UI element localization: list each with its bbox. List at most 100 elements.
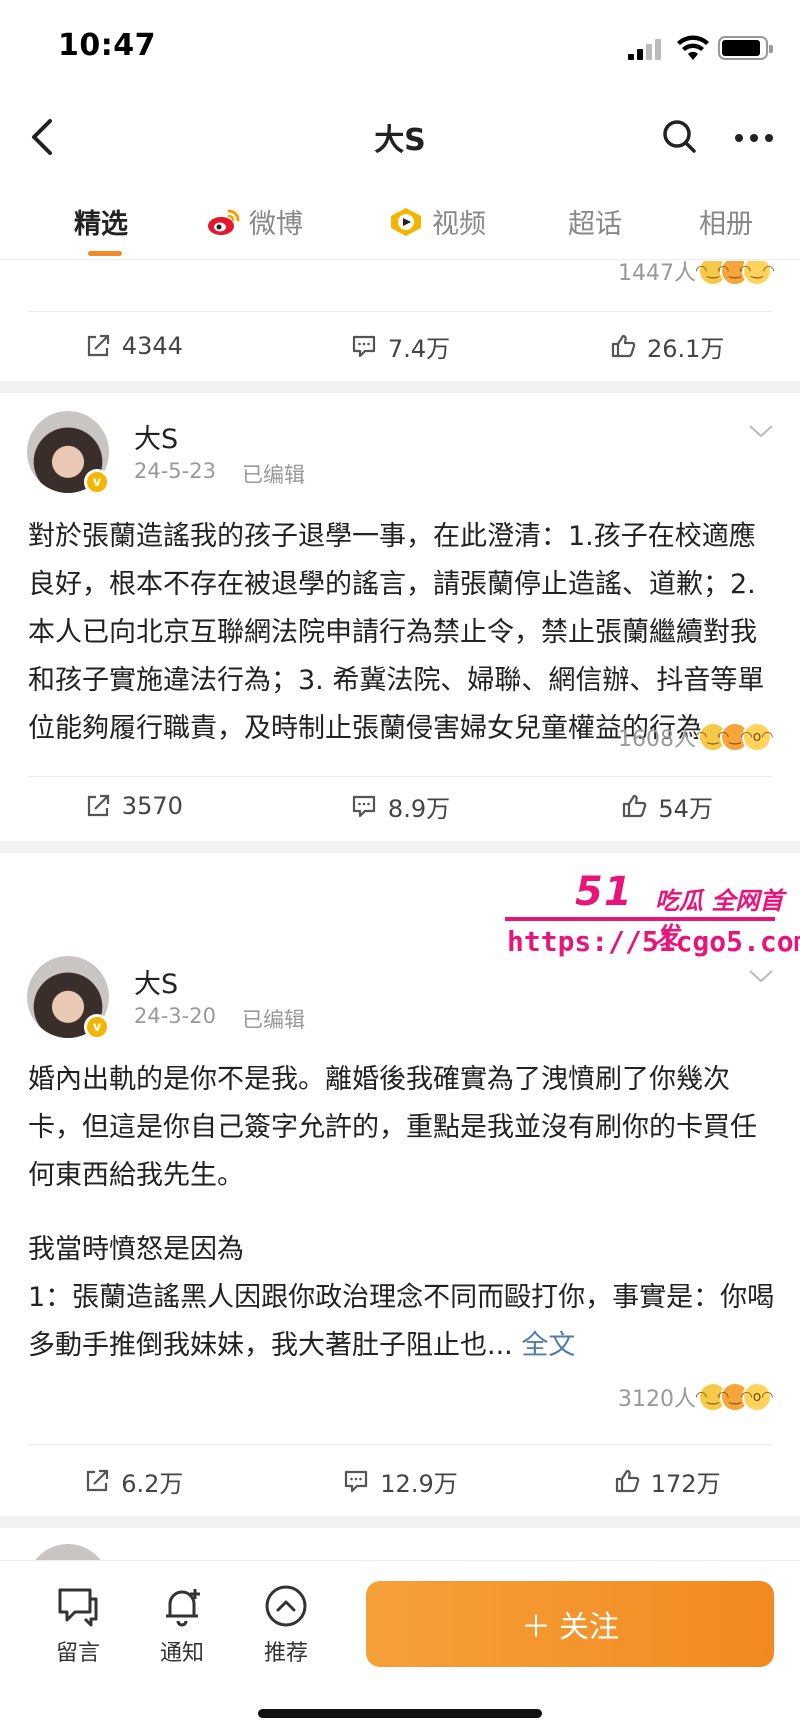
chevron-up-circle-icon <box>265 1585 307 1627</box>
like-button[interactable]: 26.1万 <box>533 311 800 381</box>
tab-label: 超话 <box>568 209 622 240</box>
post-actions: 6.2万 12.9万 172万 <box>0 1446 800 1516</box>
comment-button[interactable]: 7.4万 <box>267 311 534 381</box>
share-icon <box>87 1469 109 1492</box>
post-separator <box>0 1516 800 1528</box>
comment-button[interactable]: 8.9万 <box>267 771 534 841</box>
status-bar: 10:47 <box>0 0 800 95</box>
tab-label: 相册 <box>699 209 753 240</box>
message-button[interactable]: 留言 <box>38 1583 118 1667</box>
tab-label: 精选 <box>74 209 128 240</box>
edited-label: 已编辑 <box>241 463 305 487</box>
post-date: 24-5-23 <box>134 459 216 483</box>
reaction-count: 1447人 <box>618 261 696 286</box>
chevron-down-icon[interactable] <box>748 423 774 439</box>
tab-album[interactable]: 相册 <box>699 202 753 241</box>
post-body-text: 我當時憤怒是因為 1：張蘭造謠黑人因跟你政治理念不同而毆打你，事實是：你喝多動手… <box>28 1234 775 1361</box>
notify-button[interactable]: 通知 <box>142 1583 222 1667</box>
reaction-summary[interactable]: 1608人 ◠‿◠ ◠‿◠ ◠o◠ <box>618 721 774 753</box>
active-tab-indicator <box>88 251 122 256</box>
share-icon <box>87 334 109 357</box>
profile-tabs: 精选 微博 视频 超话 相册 <box>0 180 800 260</box>
tab-label: 视频 <box>432 209 486 240</box>
post-username[interactable]: 大S <box>134 962 178 1001</box>
message-label: 留言 <box>55 1641 100 1666</box>
reaction-summary[interactable]: 1447人 ◠‿◠ ◠‿◠ ◠‿◠ <box>618 261 775 287</box>
like-button[interactable]: 172万 <box>533 1446 800 1516</box>
comment-button[interactable]: 12.9万 <box>267 1446 534 1516</box>
bell-plus-icon <box>166 1589 200 1627</box>
reaction-emoji-icons: ◠‿◠ ◠‿◠ ◠‿◠ <box>695 261 775 286</box>
post-actions: 3570 8.9万 54万 <box>0 771 800 841</box>
thumbs-up-icon <box>611 334 636 358</box>
tab-super-topic[interactable]: 超话 <box>568 202 622 241</box>
comment-count: 12.9万 <box>380 1469 458 1498</box>
tab-video[interactable]: 视频 <box>388 202 486 241</box>
share-count: 3570 <box>121 792 183 820</box>
follow-label: 关注 <box>559 1610 619 1645</box>
cellular-signal-icon <box>628 38 666 60</box>
nav-bar: 大S <box>0 95 800 180</box>
watermark-logo: 51 <box>575 869 633 915</box>
watermark-url: https://51cgo5.com <box>507 925 800 958</box>
home-indicator <box>258 1709 542 1718</box>
post-separator <box>0 841 800 853</box>
status-time: 10:47 <box>58 28 156 63</box>
plus-icon: ＋ <box>521 1610 551 1645</box>
battery-icon <box>718 36 773 60</box>
comment-count: 7.4万 <box>387 334 451 363</box>
post-body-continued[interactable]: 我當時憤怒是因為 1：張蘭造謠黑人因跟你政治理念不同而毆打你，事實是：你喝多動手… <box>28 1226 776 1370</box>
reaction-count: 1608人 <box>618 727 696 752</box>
tab-label: 微博 <box>249 209 303 240</box>
share-count: 4344 <box>121 332 183 360</box>
edited-label: 已编辑 <box>241 1008 305 1032</box>
share-button[interactable]: 3570 <box>0 771 267 841</box>
share-button[interactable]: 6.2万 <box>0 1446 267 1516</box>
post-body[interactable]: 婚內出軌的是你不是我。離婚後我確實為了洩憤刷了你幾次卡，但這是你自己簽字允許的，… <box>28 1056 776 1200</box>
post-body[interactable]: 對於張蘭造謠我的孩子退學一事，在此澄清：1.孩子在校適應良好，根本不存在被退學的… <box>28 513 776 753</box>
weibo-logo-icon <box>208 209 240 235</box>
thumbs-up-icon <box>615 1469 640 1493</box>
wifi-icon <box>677 35 709 60</box>
like-count: 54万 <box>658 794 713 823</box>
like-count: 172万 <box>650 1469 721 1498</box>
comment-icon <box>345 1470 368 1493</box>
recommend-label: 推荐 <box>263 1641 308 1666</box>
bottom-bar: 留言 通知 推荐 ＋ 关注 <box>0 1560 800 1731</box>
recommend-button[interactable]: 推荐 <box>246 1583 326 1667</box>
more-options-icon[interactable] <box>734 133 774 143</box>
post-separator <box>0 381 800 393</box>
divider <box>28 1444 772 1445</box>
post-header: v 大S 24-5-23 已编辑 <box>0 411 800 511</box>
reaction-emoji-icons: ◠‿◠ ◠‿◠ ◠o◠ <box>695 1382 774 1412</box>
like-count: 26.1万 <box>646 334 725 363</box>
share-count: 6.2万 <box>121 1469 184 1498</box>
video-logo-icon <box>391 207 421 236</box>
share-icon <box>87 794 109 817</box>
reaction-summary[interactable]: 3120人 ◠‿◠ ◠‿◠ ◠o◠ <box>618 1381 774 1413</box>
post-meta: 24-5-23 已编辑 <box>134 459 305 489</box>
post-username[interactable]: 大S <box>134 417 178 456</box>
avatar[interactable] <box>27 1544 109 1560</box>
full-text-link[interactable]: 全文 <box>521 1330 575 1361</box>
reaction-count: 3120人 <box>618 1387 696 1412</box>
reaction-emoji-icons: ◠‿◠ ◠‿◠ ◠o◠ <box>695 722 774 752</box>
post-actions: 4344 7.4万 26.1万 <box>0 311 800 381</box>
verified-badge-icon: v <box>84 1014 110 1040</box>
comment-icon <box>352 795 376 818</box>
post-date: 24-3-20 <box>134 1004 216 1028</box>
tab-featured[interactable]: 精选 <box>74 202 128 241</box>
verified-badge-icon: v <box>84 469 110 495</box>
like-button[interactable]: 54万 <box>533 771 800 841</box>
watermark-line <box>505 917 775 921</box>
post-meta: 24-3-20 已编辑 <box>134 1004 305 1034</box>
tab-weibo[interactable]: 微博 <box>207 202 303 241</box>
comment-count: 8.9万 <box>387 794 451 823</box>
message-icon <box>58 1588 98 1627</box>
weibo-profile-page: 10:47 大S 精选 微博 视频 超话 相册 1447人 ◠‿◠ ◠‿◠ ◠‿… <box>0 0 800 1731</box>
watermark-overlay: 51 吃瓜 全网首发 https://51cgo5.com <box>505 869 800 979</box>
feed[interactable]: 1447人 ◠‿◠ ◠‿◠ ◠‿◠ 4344 7.4万 26.1万 v 大S 2… <box>0 261 800 1560</box>
share-button[interactable]: 4344 <box>0 311 267 381</box>
search-icon[interactable] <box>660 117 698 155</box>
follow-button[interactable]: ＋ 关注 <box>366 1581 774 1667</box>
